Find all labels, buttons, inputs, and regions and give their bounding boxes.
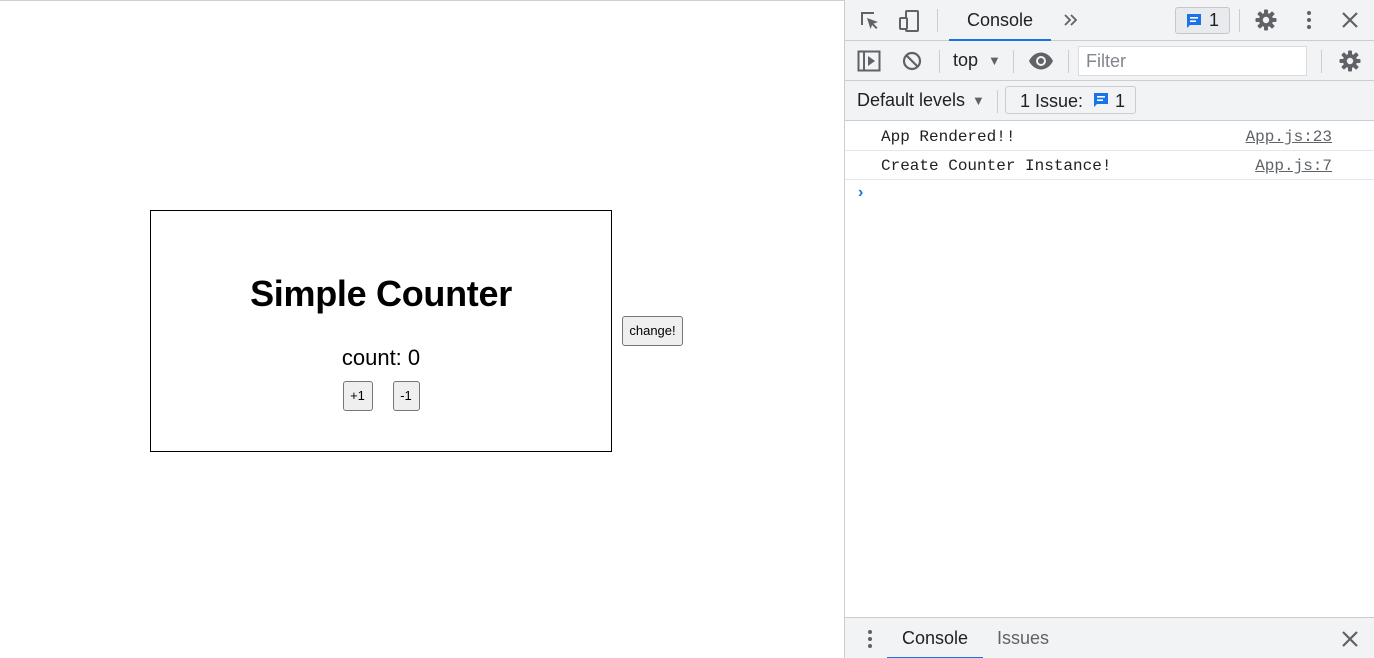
- issue-message-icon: [1094, 93, 1108, 107]
- drawer-tab-console[interactable]: Console: [887, 618, 983, 658]
- drawer-menu-icon[interactable]: [859, 628, 881, 650]
- change-button[interactable]: change!: [622, 316, 683, 346]
- console-levels-bar: Default levels ▼ 1 Issue: 1: [845, 81, 1374, 121]
- more-tabs-icon[interactable]: [1061, 10, 1081, 30]
- console-filter-input[interactable]: [1078, 46, 1307, 76]
- console-source-link[interactable]: App.js:7: [1255, 157, 1332, 175]
- dropdown-triangle-icon[interactable]: ▼: [972, 93, 985, 108]
- page-viewport: Simple Counter count: 0 +1 -1 change!: [0, 0, 844, 658]
- console-message: App Rendered!! App.js:23: [845, 122, 1374, 151]
- console-source-link[interactable]: App.js:23: [1246, 128, 1332, 146]
- inspect-element-icon[interactable]: [858, 9, 882, 33]
- issues-badge-button[interactable]: 1: [1175, 7, 1230, 34]
- toolbar-divider: [1013, 50, 1014, 73]
- issues-badge-count: 1: [1209, 10, 1220, 30]
- toolbar-divider: [997, 90, 998, 113]
- sidebar-toggle-icon[interactable]: [857, 50, 881, 72]
- devtools-tab-bar: Console 1: [845, 0, 1374, 41]
- close-icon[interactable]: [1339, 9, 1361, 31]
- counter-buttons: +1 -1: [151, 381, 611, 411]
- drawer-close-icon[interactable]: [1339, 628, 1361, 650]
- toolbar-divider: [1321, 50, 1322, 73]
- counter-card: Simple Counter count: 0 +1 -1: [150, 210, 612, 452]
- settings-gear-icon[interactable]: [1254, 8, 1278, 32]
- console-settings-gear-icon[interactable]: [1338, 49, 1362, 73]
- increment-button[interactable]: +1: [342, 381, 373, 411]
- tab-console[interactable]: Console: [949, 0, 1051, 41]
- toolbar-divider: [1068, 50, 1069, 73]
- kebab-menu-icon[interactable]: [1297, 8, 1321, 32]
- issue-message-icon: [1187, 14, 1201, 28]
- issues-count-button[interactable]: 1 Issue: 1: [1005, 86, 1136, 114]
- devtools-drawer-tabs: Console Issues: [845, 617, 1374, 658]
- drawer-tab-issues[interactable]: Issues: [987, 618, 1059, 658]
- toolbar-divider: [937, 9, 938, 32]
- devtools-panel: Console 1 top ▼ Filter Default levels ▼ …: [844, 0, 1374, 658]
- console-message-text: App Rendered!!: [881, 128, 1016, 146]
- log-levels-dropdown[interactable]: Default levels: [857, 90, 965, 111]
- device-toolbar-icon[interactable]: [897, 9, 921, 33]
- clear-console-icon[interactable]: [901, 50, 923, 72]
- live-expression-eye-icon[interactable]: [1028, 51, 1054, 71]
- toolbar-divider: [1239, 9, 1240, 32]
- counter-title: Simple Counter: [250, 273, 512, 314]
- count-display: count: 0: [341, 345, 421, 370]
- console-message-text: Create Counter Instance!: [881, 157, 1112, 175]
- dropdown-triangle-icon[interactable]: ▼: [988, 53, 1001, 68]
- decrement-button[interactable]: -1: [392, 381, 420, 411]
- console-message: Create Counter Instance! App.js:7: [845, 151, 1374, 180]
- issues-count-number: 1: [1115, 91, 1126, 111]
- toolbar-divider: [939, 50, 940, 73]
- console-toolbar: top ▼: [845, 41, 1374, 81]
- context-selector[interactable]: top: [953, 50, 978, 71]
- prompt-chevron-icon[interactable]: ›: [858, 184, 863, 202]
- issues-count-label: 1 Issue:: [1020, 91, 1084, 111]
